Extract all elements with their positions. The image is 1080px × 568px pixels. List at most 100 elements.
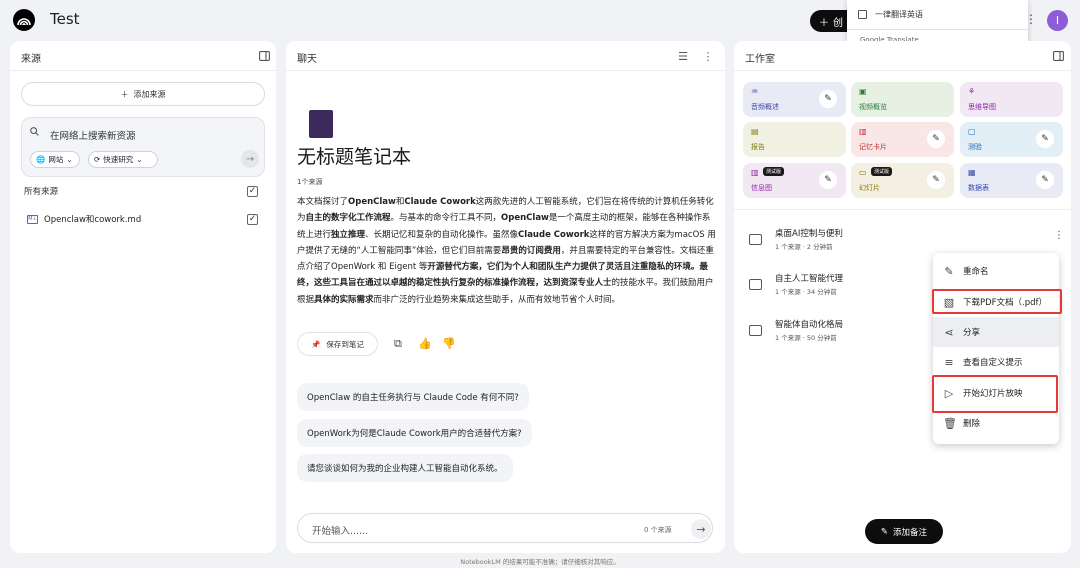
copy-icon[interactable]: ⧉ xyxy=(394,337,402,351)
edit-icon[interactable]: ✎ xyxy=(1036,171,1054,189)
search-icon xyxy=(30,127,39,139)
slides-icon: ▭ xyxy=(859,168,867,177)
plus-icon: ＋ xyxy=(819,17,829,29)
tile-audio-overview[interactable]: ♒ 音频概述 ✎ xyxy=(743,82,846,117)
source-item[interactable]: M↓ Openclaw和cowork.md xyxy=(27,213,141,225)
add-note-label: 添加备注 xyxy=(893,527,928,538)
tile-flashcards[interactable]: ▥ 记忆卡片 ✎ xyxy=(851,122,954,157)
quiz-icon: ▢ xyxy=(968,127,976,136)
menu-item-view-prompt[interactable]: ≡ 查看自定义提示 xyxy=(933,347,1059,377)
studio-header: 工作室 xyxy=(734,41,1071,71)
research-mode-dropdown[interactable]: ⟳ 快速研究 ⌄ xyxy=(88,151,158,168)
globe-icon: 🌐 xyxy=(36,155,46,164)
menu-item-label: 分享 xyxy=(963,328,981,338)
notebook-icon xyxy=(309,110,333,138)
translate-option[interactable]: 一律翻译英语 xyxy=(858,9,923,20)
suggestion-chip[interactable]: OpenClaw 的自主任务执行与 Claude Code 有何不同? xyxy=(297,383,529,411)
search-input[interactable]: 在网络上搜索新资源 xyxy=(50,128,136,142)
slides-icon xyxy=(749,325,762,336)
edit-icon[interactable]: ✎ xyxy=(819,90,837,108)
tile-label: 信息图 xyxy=(751,184,772,192)
highlight-download-pdf xyxy=(932,289,1062,314)
add-source-button[interactable]: ＋ 添加来源 xyxy=(21,82,265,106)
web-chip-label: 网站 xyxy=(48,155,64,164)
tile-label: 记忆卡片 xyxy=(859,143,887,151)
chat-settings-icon[interactable]: ☰ xyxy=(677,50,689,63)
notebook-summary: 本文档探讨了OpenClaw和Claude Cowork这两款先进的人工智能系统… xyxy=(297,197,716,305)
pin-icon: 📌 xyxy=(311,339,321,349)
more-options-icon[interactable]: ⋮ xyxy=(1054,230,1064,241)
menu-item-label: 重命名 xyxy=(963,267,989,277)
slides-icon xyxy=(749,279,762,290)
thumbs-up-icon[interactable]: 👍 xyxy=(418,337,432,350)
note-meta: 1 个来源 · 2 分钟前 xyxy=(775,243,833,251)
save-to-note-button[interactable]: 📌 保存到笔记 xyxy=(297,332,378,356)
flashcard-icon: ▥ xyxy=(859,127,867,136)
source-name: Openclaw和cowork.md xyxy=(44,215,142,225)
tile-mind-map[interactable]: ⚘ 思维导图 xyxy=(960,82,1063,117)
edit-icon[interactable]: ✎ xyxy=(1036,130,1054,148)
menu-item-share[interactable]: ⋖ 分享 xyxy=(933,317,1059,347)
divider xyxy=(847,29,1028,30)
note-title: 桌面AI控制与便利 xyxy=(775,229,843,239)
save-note-label: 保存到笔记 xyxy=(326,339,364,349)
suggestion-chip[interactable]: 请您谈谈如何为我的企业构建人工智能自动化系统。 xyxy=(297,454,513,482)
more-options-icon[interactable]: ⋮ xyxy=(702,50,714,63)
tile-infographic[interactable]: ▥ 测试版 信息图 ✎ xyxy=(743,163,846,198)
disclaimer-footer: NotebookLM 的结果可能不准确；请仔细核对其响应。 xyxy=(460,558,620,566)
markdown-file-icon: M↓ xyxy=(27,214,38,224)
tile-report[interactable]: ▤ 报告 xyxy=(743,122,846,157)
add-note-button[interactable]: ✎ 添加备注 xyxy=(865,519,943,544)
pencil-icon: ✎ xyxy=(944,264,954,278)
select-all-checkbox[interactable]: ✓ xyxy=(247,186,258,197)
notebooklm-logo[interactable] xyxy=(13,9,35,31)
edit-icon[interactable]: ✎ xyxy=(927,171,945,189)
chevron-down-icon: ⌄ xyxy=(136,155,143,164)
chat-title: 聊天 xyxy=(297,54,317,65)
tile-video-overview[interactable]: ▣ 视频概览 xyxy=(851,82,954,117)
note-meta: 1 个来源 · 50 分钟前 xyxy=(775,334,837,342)
tile-slides[interactable]: ▭ 测试版 幻灯片 ✎ xyxy=(851,163,954,198)
studio-title: 工作室 xyxy=(745,54,775,65)
edit-icon[interactable]: ✎ xyxy=(927,130,945,148)
edit-icon[interactable]: ✎ xyxy=(819,171,837,189)
report-icon: ▤ xyxy=(751,127,759,136)
collapse-panel-icon[interactable] xyxy=(1052,50,1064,62)
avatar[interactable]: I xyxy=(1047,10,1068,31)
note-icon: ✎ xyxy=(880,526,889,537)
chat-input[interactable]: 开始输入...... 0 个来源 → xyxy=(297,513,713,543)
chat-header: 聊天 ☰ ⋮ xyxy=(286,41,725,71)
tile-quiz[interactable]: ▢ 测验 ✎ xyxy=(960,122,1063,157)
slides-icon xyxy=(749,234,762,245)
note-context-menu: ✎ 重命名 ▧ 下载PDF文档（.pdf） ⋖ 分享 ≡ 查看自定义提示 ▷ 开… xyxy=(933,253,1059,444)
web-source-dropdown[interactable]: 🌐 网站 ⌄ xyxy=(30,151,80,168)
notebook-title[interactable]: Test xyxy=(50,10,80,28)
divider xyxy=(734,209,1071,210)
create-label: 创 xyxy=(833,17,843,29)
tile-label: 幻灯片 xyxy=(859,184,880,192)
prompt-icon: ≡ xyxy=(944,355,954,369)
trash-icon: 🗑 xyxy=(943,416,957,430)
share-icon: ⋖ xyxy=(944,325,954,339)
tile-label: 视频概览 xyxy=(859,103,887,111)
mindmap-icon: ⚘ xyxy=(968,87,976,96)
search-submit-button[interactable]: → xyxy=(241,150,259,168)
collapse-panel-icon[interactable] xyxy=(258,50,270,62)
web-search-box: 在网络上搜索新资源 🌐 网站 ⌄ ⟳ 快速研究 ⌄ → xyxy=(21,117,265,177)
tile-data-table[interactable]: ▦ 数据表 ✎ xyxy=(960,163,1063,198)
video-icon: ▣ xyxy=(859,87,867,96)
source-count-badge: 0 个来源 xyxy=(644,526,672,534)
beta-badge: 测试版 xyxy=(763,167,785,176)
menu-item-label: 删除 xyxy=(963,419,981,429)
menu-item-label: 查看自定义提示 xyxy=(963,358,1023,368)
thumbs-down-icon[interactable]: 👎 xyxy=(442,337,456,350)
suggestion-chip[interactable]: OpenWork为何是Claude Cowork用户的合适替代方案? xyxy=(297,419,532,447)
send-button[interactable]: → xyxy=(691,519,711,539)
source-checkbox[interactable]: ✓ xyxy=(247,214,258,225)
sources-title: 来源 xyxy=(21,54,41,65)
table-icon: ▦ xyxy=(968,168,976,177)
sources-panel: 来源 ＋ 添加来源 在网络上搜索新资源 🌐 网站 ⌄ ⟳ 快速研究 ⌄ → 所有… xyxy=(10,41,276,553)
menu-item-rename[interactable]: ✎ 重命名 xyxy=(933,256,1059,286)
translate-checkbox[interactable] xyxy=(858,10,867,19)
chat-panel: 聊天 ☰ ⋮ 无标题笔记本 1个来源 本文档探讨了OpenClaw和Claude… xyxy=(286,41,725,553)
